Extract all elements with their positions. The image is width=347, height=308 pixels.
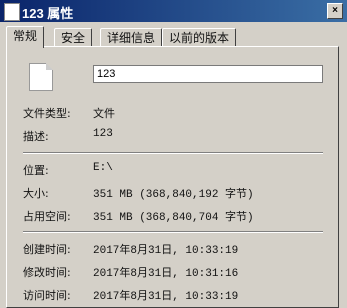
file-name-input[interactable] — [93, 65, 323, 83]
divider — [23, 152, 323, 154]
created-value: 2017年8月31日, 10:33:19 — [93, 245, 239, 257]
title-bar: 123 属性 × — [0, 0, 347, 22]
tab-general[interactable]: 常规 — [6, 26, 45, 48]
type-value: 文件 — [93, 109, 115, 121]
description-value: 123 — [93, 128, 113, 140]
created-label: 创建时间: — [23, 243, 71, 256]
close-icon[interactable]: × — [327, 3, 343, 19]
window-title: 123 属性 — [22, 6, 74, 21]
general-panel: 文件类型: 文件 描述: 123 位置: E:\ 大小: 351 MB (368… — [6, 46, 339, 308]
document-icon — [29, 63, 53, 91]
size-on-disk-label: 占用空间: — [23, 210, 71, 223]
modified-value: 2017年8月31日, 10:31:16 — [93, 268, 239, 280]
type-label: 文件类型: — [23, 107, 71, 120]
description-label: 描述: — [23, 130, 49, 143]
size-on-disk-value: 351 MB (368,840,704 字节) — [93, 212, 254, 224]
modified-label: 修改时间: — [23, 266, 71, 279]
file-icon — [4, 3, 20, 21]
accessed-value: 2017年8月31日, 10:33:19 — [93, 291, 239, 303]
tab-details[interactable]: 详细信息 — [100, 28, 163, 47]
accessed-label: 访问时间: — [23, 289, 71, 302]
size-label: 大小: — [23, 187, 49, 200]
location-value: E:\ — [93, 162, 113, 174]
divider — [23, 231, 323, 233]
tab-previous-versions[interactable]: 以前的版本 — [162, 28, 237, 47]
size-value: 351 MB (368,840,192 字节) — [93, 189, 254, 201]
tab-security[interactable]: 安全 — [54, 28, 93, 47]
location-label: 位置: — [23, 164, 49, 177]
